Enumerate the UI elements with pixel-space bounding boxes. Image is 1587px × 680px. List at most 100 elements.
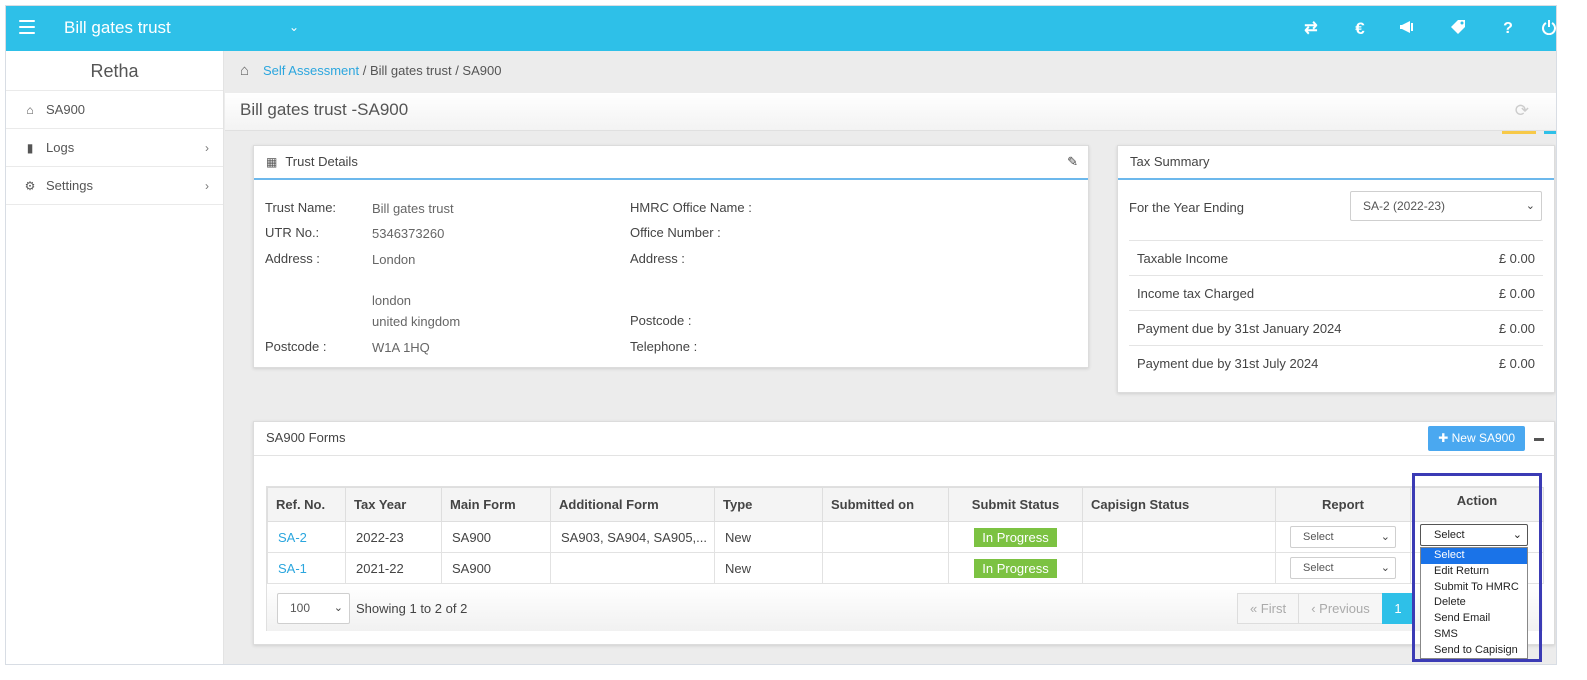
new-sa900-button[interactable]: ✚ New SA900 xyxy=(1428,426,1525,451)
additional-form-cell: SA903, SA904, SA905,... xyxy=(550,521,715,553)
action-select[interactable]: Select ⌄ xyxy=(1420,524,1528,546)
report-select-value: Select xyxy=(1303,562,1334,574)
action-dropdown-list: Select Edit Return Submit To HMRC Delete… xyxy=(1420,547,1528,659)
row-amount: £ 0.00 xyxy=(1498,356,1535,371)
pager-previous[interactable]: ‹ Previous xyxy=(1298,593,1383,624)
action-option-edit-return[interactable]: Edit Return xyxy=(1421,564,1527,580)
type-cell: New xyxy=(714,552,823,584)
switch-icon[interactable]: ⇄ xyxy=(1301,19,1321,39)
help-icon[interactable]: ? xyxy=(1498,19,1518,39)
column-header[interactable]: Report xyxy=(1275,487,1411,522)
action-option-select[interactable]: Select xyxy=(1421,548,1527,564)
forms-table-wrapper: Ref. No. Tax Year Main Form Additional F… xyxy=(266,486,1544,631)
trust-name-value: Bill gates trust xyxy=(372,201,454,216)
column-header[interactable]: Submitted on xyxy=(822,487,949,522)
action-select-value: Select xyxy=(1434,529,1465,541)
top-bar: Bill gates trust ⌄ ⇄ € ? xyxy=(6,6,1556,51)
breadcrumb-link-self-assessment[interactable]: Self Assessment xyxy=(263,63,359,78)
panel-header: SA900 Forms ✚ New SA900 xyxy=(254,422,1554,456)
tax-summary-row: Payment due by 31st July 2024 £ 0.00 xyxy=(1129,345,1543,380)
forms-table: Ref. No. Tax Year Main Form Additional F… xyxy=(267,487,1544,584)
action-option-sms[interactable]: SMS xyxy=(1421,627,1527,643)
column-header[interactable]: Main Form xyxy=(441,487,551,522)
report-select-value: Select xyxy=(1303,531,1334,543)
address-line-3: united kingdom xyxy=(372,314,461,329)
menu-icon[interactable] xyxy=(19,20,35,34)
power-icon[interactable] xyxy=(1539,19,1556,39)
ref-link[interactable]: SA-2 xyxy=(278,530,307,545)
action-option-send-email[interactable]: Send Email xyxy=(1421,611,1527,627)
edit-icon[interactable]: ✎ xyxy=(1067,146,1078,178)
breadcrumb-trail: / Bill gates trust / SA900 xyxy=(359,63,502,78)
page-size-select[interactable]: 100 ⌄ xyxy=(277,593,350,624)
main-form-cell: SA900 xyxy=(441,521,551,553)
column-header[interactable]: Type xyxy=(714,487,823,522)
chevron-down-icon: ⌄ xyxy=(1525,200,1535,212)
pager-first[interactable]: « First xyxy=(1237,593,1299,624)
status-badge: In Progress xyxy=(974,558,1057,578)
column-header[interactable]: Submit Status xyxy=(948,487,1083,522)
panel-header: ▦ Trust Details ✎ xyxy=(254,146,1088,180)
office-postcode-label: Postcode : xyxy=(630,313,692,328)
sidebar-item-label: SA900 xyxy=(46,102,86,117)
currency-icon[interactable]: € xyxy=(1350,19,1370,39)
office-number-label: Office Number : xyxy=(630,225,721,240)
year-ending-label: For the Year Ending xyxy=(1129,200,1244,215)
action-option-submit-to-hmrc[interactable]: Submit To HMRC xyxy=(1421,580,1527,596)
chevron-down-icon: ⌄ xyxy=(333,602,343,614)
refresh-icon[interactable]: ⟳ xyxy=(1515,101,1529,121)
telephone-label: Telephone : xyxy=(630,339,698,354)
column-header[interactable]: Additional Form xyxy=(550,487,715,522)
megaphone-icon[interactable] xyxy=(1399,19,1419,39)
address-label: Address : xyxy=(265,251,320,266)
home-icon[interactable]: ⌂ xyxy=(240,51,249,91)
building-icon: ▦ xyxy=(266,155,278,169)
postcode-label: Postcode : xyxy=(265,339,327,354)
capisign-status-cell xyxy=(1082,552,1276,584)
action-option-send-to-capisign[interactable]: Send to Capisign xyxy=(1421,643,1527,659)
tax-summary-row: Taxable Income £ 0.00 xyxy=(1129,240,1543,275)
tab-indicator xyxy=(1544,131,1556,134)
sidebar-item-label: Logs xyxy=(46,140,75,155)
column-header[interactable]: Ref. No. xyxy=(267,487,346,522)
row-amount: £ 0.00 xyxy=(1498,321,1535,336)
sidebar-item-label: Settings xyxy=(46,178,93,193)
tax-year-cell: 2021-22 xyxy=(345,552,442,584)
postcode-value: W1A 1HQ xyxy=(372,340,430,355)
tab-indicator xyxy=(1502,131,1536,134)
row-label: Income tax Charged xyxy=(1137,286,1255,301)
table-footer: 100 ⌄ Showing 1 to 2 of 2 « First ‹ Prev… xyxy=(267,585,1543,631)
row-label: Payment due by 31st July 2024 xyxy=(1137,356,1319,371)
page-size-value: 100 xyxy=(290,601,311,615)
user-name: Retha xyxy=(6,51,223,91)
tax-year-cell: 2022-23 xyxy=(345,521,442,553)
report-select[interactable]: Select ⌄ xyxy=(1290,557,1396,579)
gear-icon: ⚙ xyxy=(24,179,36,193)
year-ending-select[interactable]: SA-2 (2022-23) ⌄ xyxy=(1350,191,1542,221)
ref-link[interactable]: SA-1 xyxy=(278,561,307,576)
chevron-down-icon: ⌄ xyxy=(1380,562,1390,574)
report-select[interactable]: Select ⌄ xyxy=(1290,526,1396,548)
app-title[interactable]: Bill gates trust xyxy=(64,18,171,38)
sidebar-item-logs[interactable]: ▮ Logs › xyxy=(6,129,223,167)
main-form-cell: SA900 xyxy=(441,552,551,584)
trust-details-panel: ▦ Trust Details ✎ Trust Name: Bill gates … xyxy=(253,145,1089,368)
column-header[interactable]: Capisign Status xyxy=(1082,487,1276,522)
pager-page-1[interactable]: 1 xyxy=(1382,593,1414,624)
trust-name-label: Trust Name: xyxy=(265,200,337,215)
column-header[interactable]: Tax Year xyxy=(345,487,442,522)
action-option-delete[interactable]: Delete xyxy=(1421,595,1527,611)
tag-icon[interactable] xyxy=(1448,19,1468,39)
sa900-forms-panel: SA900 Forms ✚ New SA900 Ref. No. Tax Yea… xyxy=(253,421,1555,645)
sidebar-item-settings[interactable]: ⚙ Settings › xyxy=(6,167,223,205)
address-line-1: London xyxy=(372,252,416,267)
utr-value: 5346373260 xyxy=(372,226,445,241)
collapse-icon[interactable] xyxy=(1534,438,1544,441)
scrollbar[interactable] xyxy=(1560,0,1587,680)
chevron-down-icon[interactable]: ⌄ xyxy=(289,20,299,34)
sidebar-item-sa900[interactable]: ⌂ SA900 xyxy=(6,91,223,129)
chevron-down-icon: ⌄ xyxy=(1512,529,1522,541)
file-icon: ▮ xyxy=(26,141,34,155)
address-line-2: london xyxy=(372,293,412,308)
year-ending-value: SA-2 (2022-23) xyxy=(1363,199,1446,213)
